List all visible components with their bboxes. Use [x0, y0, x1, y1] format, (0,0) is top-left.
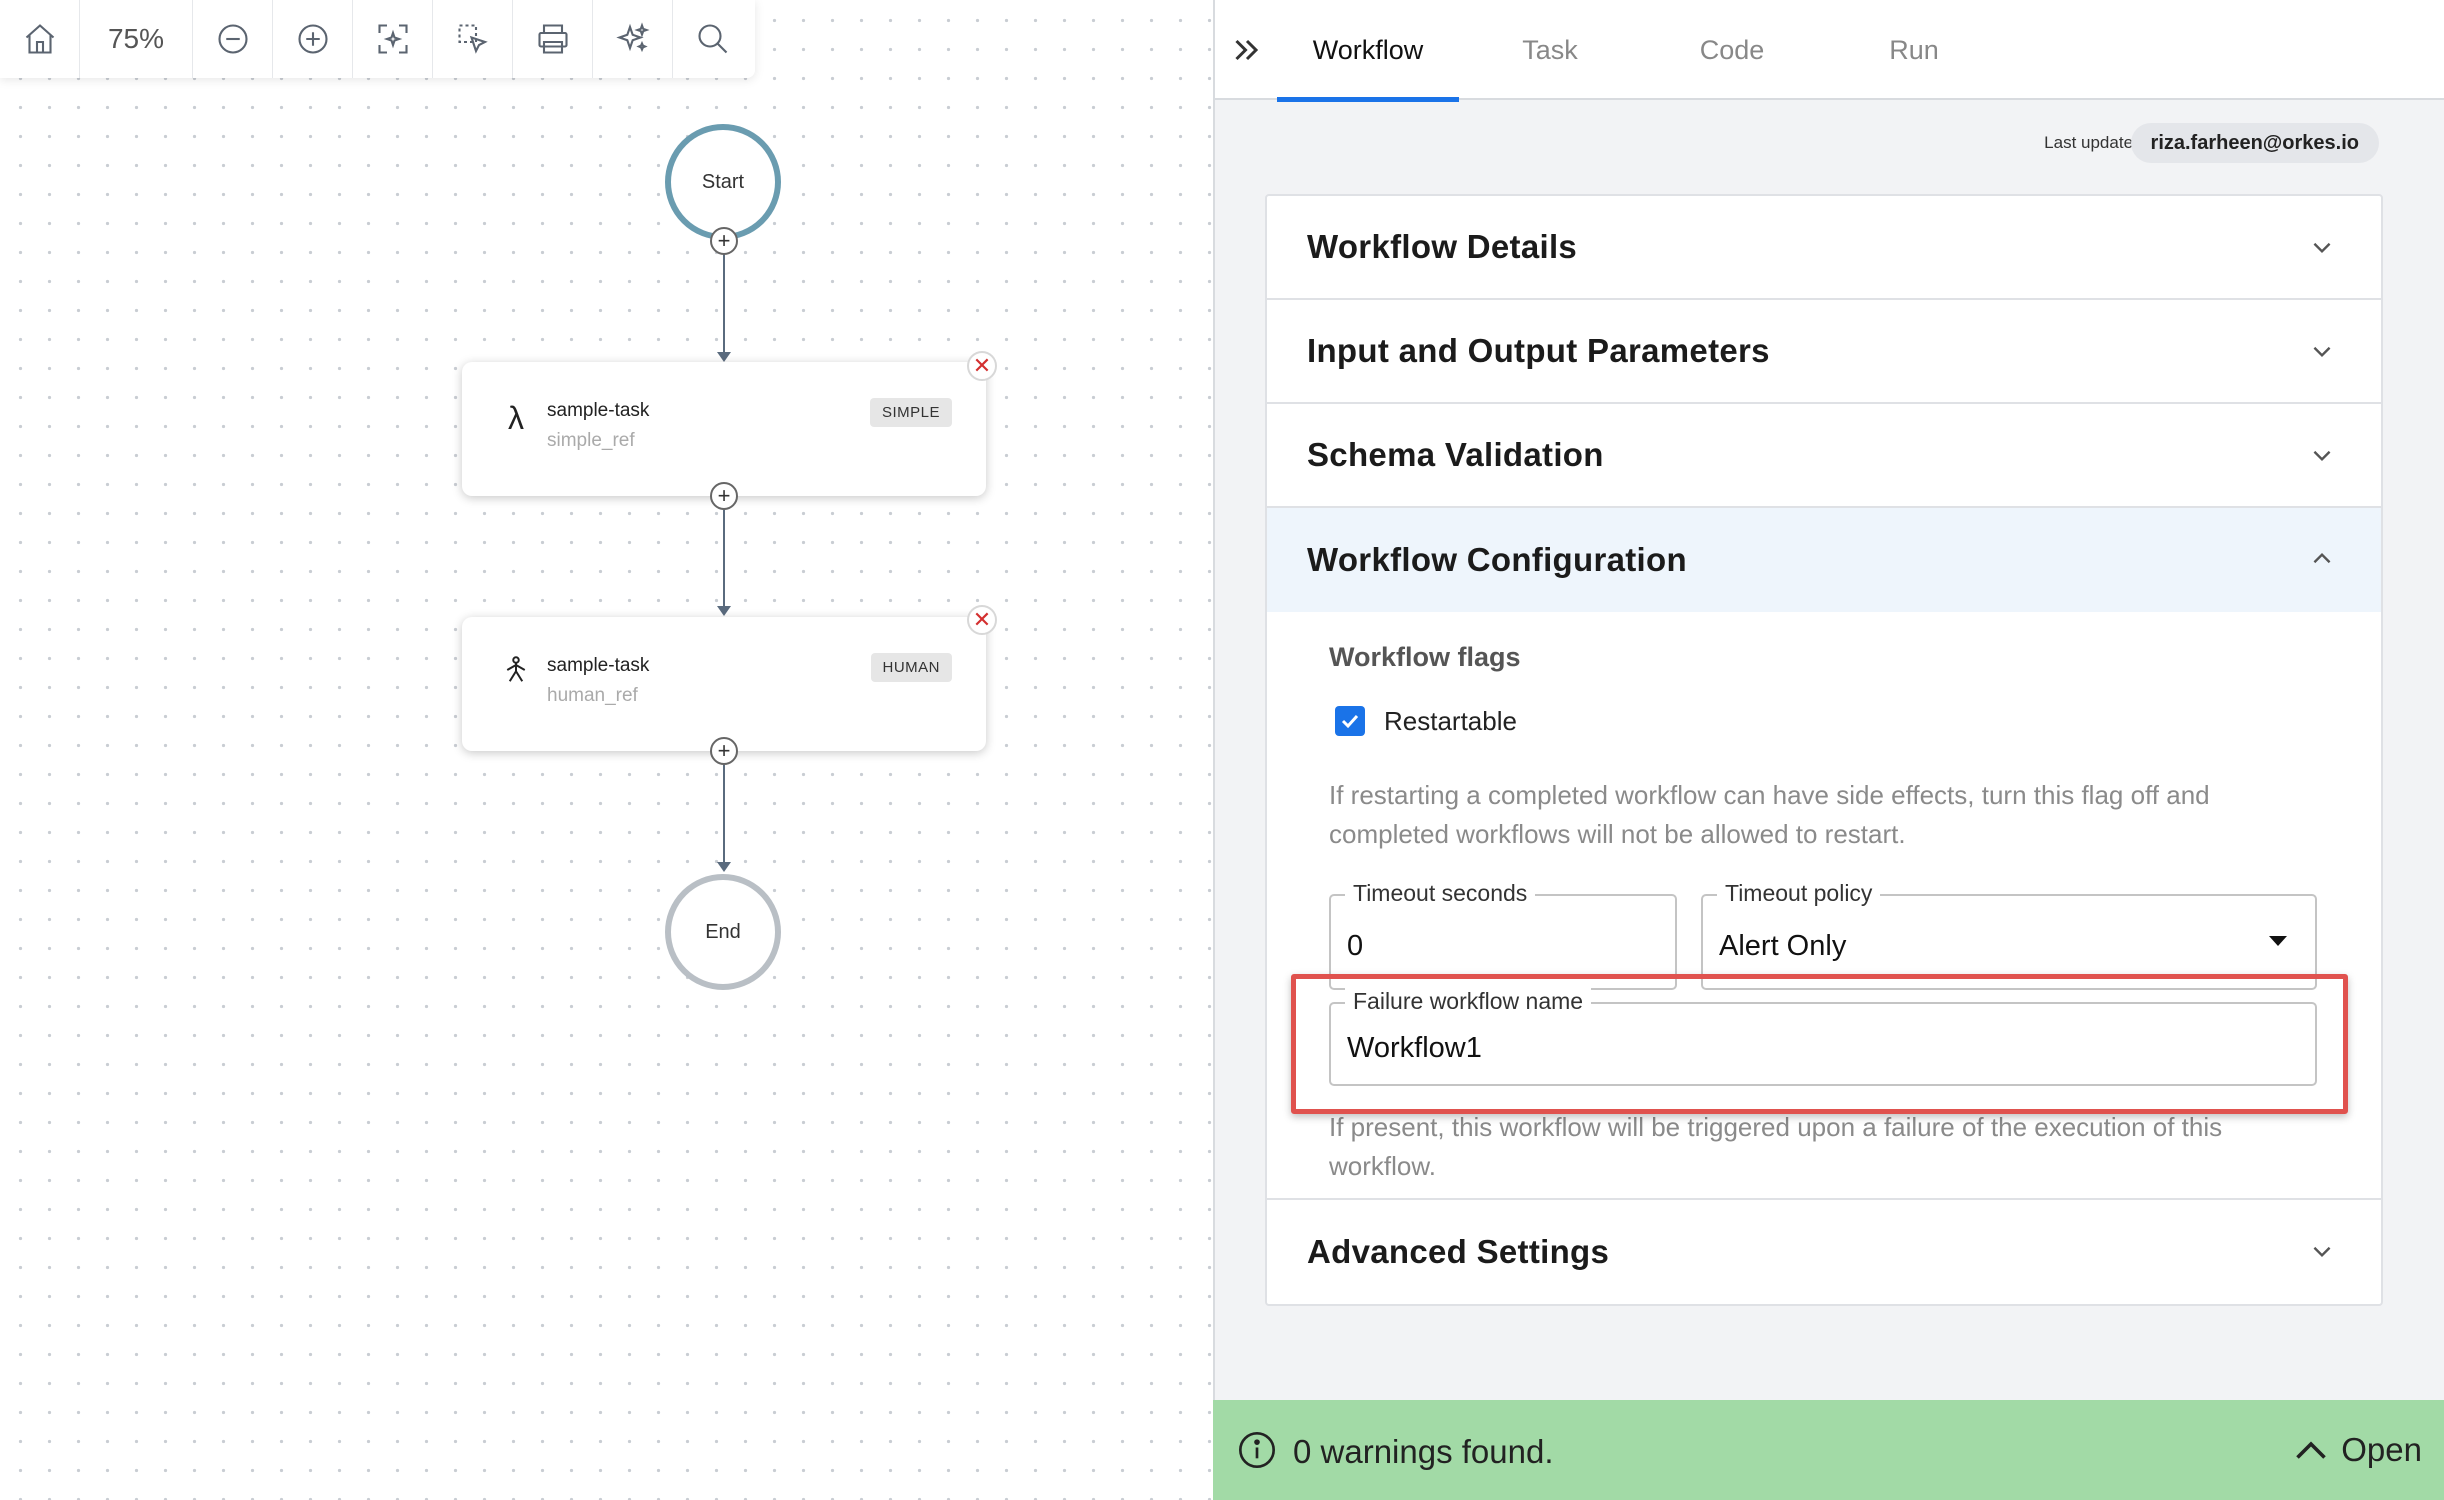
zoom-in-icon — [297, 24, 328, 54]
auto-layout-button[interactable] — [593, 0, 673, 78]
select-area-icon — [457, 24, 488, 54]
close-icon: ✕ — [972, 353, 992, 378]
info-icon — [1239, 1432, 1275, 1468]
open-warnings-button[interactable]: Open — [2293, 1428, 2422, 1472]
home-button[interactable] — [0, 0, 80, 78]
canvas-toolbar: 75% — [0, 0, 755, 78]
section-title: Workflow Details — [1307, 228, 1578, 265]
restart-help-text: If restarting a completed workflow can h… — [1329, 780, 2210, 849]
tab-task[interactable]: Task — [1459, 0, 1641, 100]
zoom-out-icon — [217, 24, 248, 54]
workflow-panel: Workflow Task Code Run Last updated 0 mi… — [1213, 0, 2444, 1500]
task-card[interactable]: λ sample-task simple_ref SIMPLE — [462, 362, 986, 496]
zoom-out-button[interactable] — [193, 0, 273, 78]
section-input-output[interactable]: Input and Output Parameters — [1267, 300, 2381, 404]
field-label: Timeout seconds — [1345, 880, 1536, 907]
user-chip[interactable]: riza.farheen@orkes.io — [2130, 123, 2379, 163]
chevron-down-icon — [2313, 450, 2331, 462]
chevron-up-icon — [2296, 1441, 2327, 1459]
section-schema-validation[interactable]: Schema Validation — [1267, 404, 2381, 508]
fit-view-button[interactable] — [353, 0, 433, 78]
panel-tabs: Workflow Task Code Run — [1215, 0, 2444, 102]
tab-workflow[interactable]: Workflow — [1277, 0, 1459, 102]
dropdown-arrow-icon — [2269, 936, 2287, 946]
chevron-down-icon — [2313, 346, 2331, 358]
checkmark-icon — [1341, 714, 1359, 729]
tab-run[interactable]: Run — [1823, 0, 2005, 100]
chevron-up-icon — [2313, 552, 2331, 564]
workflow-canvas[interactable]: 75% Start + λ sample-task simple_ref SIM… — [0, 0, 1213, 1500]
open-label: Open — [2341, 1431, 2422, 1468]
zoom-in-button[interactable] — [273, 0, 353, 78]
highlight-annotation — [1291, 974, 2348, 1114]
task-ref: simple_ref — [547, 430, 635, 451]
settings-accordion: Workflow Details Input and Output Parame… — [1265, 194, 2383, 1306]
section-advanced-settings[interactable]: Advanced Settings — [1267, 1200, 2381, 1304]
select-area-button[interactable] — [433, 0, 513, 78]
collapse-panel-icon[interactable] — [1229, 30, 1265, 70]
add-task-button[interactable]: + — [710, 227, 738, 255]
chevron-down-icon — [2313, 1246, 2331, 1258]
field-label: Timeout policy — [1717, 880, 1881, 907]
edge-start-task1 — [723, 254, 725, 354]
print-icon — [537, 24, 568, 54]
zoom-level[interactable]: 75% — [80, 0, 193, 78]
task-type-badge: HUMAN — [870, 653, 952, 682]
section-workflow-configuration[interactable]: Workflow Configuration — [1267, 508, 2381, 612]
section-title: Input and Output Parameters — [1307, 332, 1770, 369]
warnings-text: 0 warnings found. — [1293, 1433, 1554, 1470]
warnings-status-bar: 0 warnings found. Open — [1213, 1400, 2444, 1500]
task-type-badge: SIMPLE — [869, 398, 952, 427]
task-name: sample-task — [547, 655, 650, 676]
edge-task1-task2 — [723, 510, 725, 608]
section-title: Workflow Configuration — [1307, 541, 1687, 578]
section-workflow-details[interactable]: Workflow Details — [1267, 196, 2381, 300]
arrowhead — [717, 862, 731, 872]
lambda-icon: λ — [508, 400, 524, 436]
auto-layout-icon — [615, 22, 650, 53]
field-value: Alert Only — [1719, 930, 1847, 962]
field-value: 0 — [1347, 930, 1364, 962]
fit-view-icon — [377, 24, 408, 54]
section-title: Schema Validation — [1307, 436, 1604, 473]
chevron-down-icon — [2313, 242, 2331, 254]
restartable-label: Restartable — [1384, 706, 1517, 736]
print-button[interactable] — [513, 0, 593, 78]
human-icon — [500, 655, 532, 693]
restartable-checkbox[interactable] — [1335, 706, 1365, 736]
search-icon — [698, 24, 728, 54]
arrowhead — [717, 606, 731, 616]
failure-help-text: If present, this workflow will be trigge… — [1329, 1112, 2223, 1181]
edge-task2-end — [723, 765, 725, 865]
remove-task-button[interactable]: ✕ — [967, 605, 997, 635]
end-node[interactable]: End — [665, 874, 781, 990]
workflow-flags-title: Workflow flags — [1329, 642, 1521, 672]
task-card[interactable]: sample-task human_ref HUMAN — [462, 617, 986, 751]
add-task-button[interactable]: + — [710, 737, 738, 765]
section-title: Advanced Settings — [1307, 1233, 1610, 1270]
task-ref: human_ref — [547, 685, 638, 706]
remove-task-button[interactable]: ✕ — [967, 351, 997, 381]
task-name: sample-task — [547, 400, 650, 421]
close-icon: ✕ — [972, 607, 992, 632]
tab-code[interactable]: Code — [1641, 0, 1823, 100]
home-icon — [25, 24, 54, 54]
start-node[interactable]: Start — [665, 124, 781, 240]
add-task-button[interactable]: + — [710, 482, 738, 510]
search-button[interactable] — [673, 0, 753, 78]
arrowhead — [717, 352, 731, 362]
